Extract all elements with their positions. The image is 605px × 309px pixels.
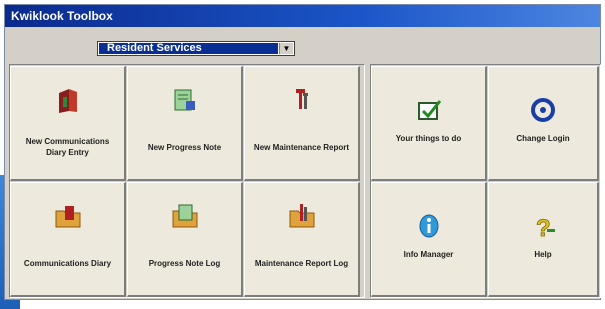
tools-icon: [245, 85, 358, 117]
communications-diary-button[interactable]: Communications Diary: [10, 182, 126, 297]
help-question-icon: ?: [489, 211, 597, 243]
new-progress-note-button[interactable]: New Progress Note: [127, 66, 243, 181]
note-pencil-icon: [128, 85, 241, 117]
folder-note-icon: [128, 201, 241, 233]
window-title: Kwiklook Toolbox: [5, 5, 600, 27]
new-maintenance-report-label: New Maintenance Report: [253, 142, 350, 152]
new-communications-diary-entry-button[interactable]: New Communications Diary Entry: [10, 66, 126, 181]
maintenance-report-log-button[interactable]: Maintenance Report Log: [244, 182, 360, 297]
new-communications-diary-entry-label: New Communications Diary Entry: [25, 137, 110, 157]
help-button[interactable]: ? Help: [488, 182, 599, 297]
maintenance-report-log-label: Maintenance Report Log: [254, 258, 349, 268]
folder-tools-icon: [245, 201, 358, 233]
info-icon: [372, 211, 485, 243]
chevron-down-icon[interactable]: ▼: [279, 43, 293, 54]
info-manager-label: Info Manager: [403, 249, 454, 259]
toolbox-window: Kwiklook Toolbox Resident Services ▼ New…: [4, 4, 601, 300]
green-checkbox-icon: [372, 95, 485, 127]
new-progress-note-label: New Progress Note: [147, 142, 222, 152]
progress-note-log-button[interactable]: Progress Note Log: [127, 182, 243, 297]
info-manager-button[interactable]: Info Manager: [371, 182, 487, 297]
blue-ring-icon: [489, 95, 597, 127]
change-login-button[interactable]: Change Login: [488, 66, 599, 181]
svg-text:?: ?: [536, 215, 551, 241]
department-select-value: Resident Services: [99, 43, 278, 54]
communications-diary-label: Communications Diary: [23, 258, 112, 268]
help-label: Help: [534, 249, 552, 259]
folder-book-icon: [11, 201, 124, 233]
change-login-label: Change Login: [516, 133, 570, 143]
your-things-to-do-label: Your things to do: [395, 133, 462, 143]
your-things-to-do-button[interactable]: Your things to do: [371, 66, 487, 181]
department-select[interactable]: Resident Services ▼: [97, 41, 295, 56]
red-book-icon: [11, 85, 124, 117]
new-maintenance-report-button[interactable]: New Maintenance Report: [244, 66, 360, 181]
progress-note-log-label: Progress Note Log: [148, 258, 221, 268]
